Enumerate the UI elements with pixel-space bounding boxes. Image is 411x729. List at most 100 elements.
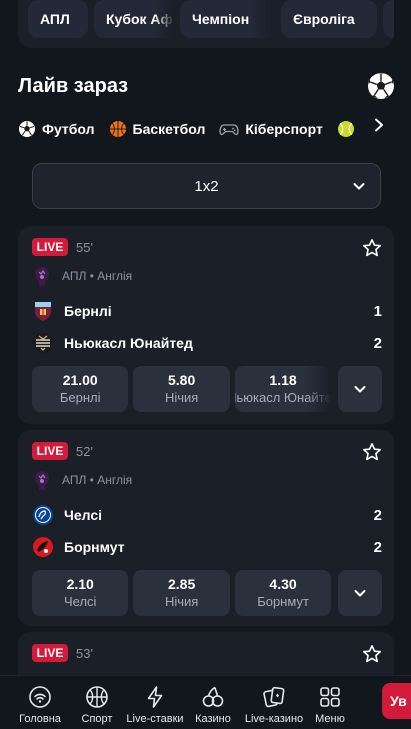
away-team-row: Борнмут 2 [32,536,382,558]
away-team-score: 2 [373,538,382,556]
tab-label: Кіберспорт [245,121,323,137]
tab-label: Футбол [42,121,95,137]
nav-sport[interactable]: Спорт [72,676,122,729]
chelsea-logo [33,505,53,525]
odd-value: 21.00 [62,372,98,388]
live-badge: LIVE [32,442,68,460]
home-icon [29,686,51,708]
event-card[interactable]: LIVE 55' АПЛ • Англія Бернлі 1 Ньюкасл Ю… [18,226,394,424]
home-team-name: Бернлі [64,303,112,319]
competition-chip-apl[interactable]: АПЛ [28,0,88,38]
app-screen: АПЛ Кубок Аф Чемпіон Євроліга І Лайв зар… [0,0,411,729]
nav-home[interactable]: Головна [18,676,62,729]
tennis-icon [337,121,354,137]
market-selected-value: 1x2 [194,177,219,195]
away-team-name: Борнмут [64,539,125,555]
home-team-score: 1 [373,302,382,320]
basketball-icon [109,121,126,137]
odds-row: 21.00 Бернлі 5.80 Нічия 1.18 Ньюкасл Юна… [32,366,382,412]
sport-tabs: Футбол Баскетбол Кіберспорт [18,112,398,146]
odd-button-home[interactable]: 2.10 Челсі [32,570,129,616]
competition-label: Євроліга [293,11,355,27]
odd-value: 4.30 [269,576,297,592]
nav-live-bets[interactable]: Live-ставки [124,676,186,729]
tabs-scroll-right-button[interactable] [366,112,392,138]
soccer-ball-icon [368,73,394,99]
chevron-down-icon [354,386,366,393]
odd-value: 2.10 [66,576,94,592]
nav-label: Меню [315,713,345,725]
odd-label: Борнмут [257,594,309,609]
nav-live-casino[interactable]: Live-казино [242,676,306,729]
football-icon [19,121,35,137]
nav-label: Live-казино [244,713,304,725]
more-markets-button[interactable] [338,570,382,616]
home-team-name: Челсі [64,507,103,523]
newcastle-logo [33,333,53,353]
gamepad-icon [219,124,240,136]
home-team-row: Челсі 2 [32,504,382,526]
match-minute: 52' [76,444,93,459]
league-label: АПЛ • Англія [62,269,133,283]
competitions-strip: АПЛ Кубок Аф Чемпіон Євроліга І [18,0,394,48]
login-button[interactable]: Ув [382,683,411,719]
away-team-name: Ньюкасл Юнайтед [64,335,193,351]
tab-football[interactable]: Футбол [18,116,95,142]
cherries-icon [202,686,224,707]
lightning-icon [147,686,163,708]
market-select[interactable]: 1x2 [32,163,381,209]
premier-league-logo-icon [35,267,49,286]
nav-label: Головна [19,713,61,725]
odd-label: Нічия [164,390,199,405]
bottom-nav: Головна Спорт Live-ставки Казино Live-ка… [0,675,411,729]
competition-chip-champions[interactable]: Чемпіон [180,0,275,38]
nav-casino[interactable]: Казино [192,676,234,729]
premier-league-logo-icon [35,471,49,490]
odd-button-draw[interactable]: 5.80 Нічия [133,366,230,412]
nav-menu[interactable]: Меню [311,676,349,729]
match-minute: 55' [76,240,93,255]
away-team-row: Ньюкасл Юнайтед 2 [32,332,382,354]
star-icon[interactable] [362,644,382,664]
tab-tennis[interactable] [337,116,361,142]
odd-button-home[interactable]: 21.00 Бернлі [32,366,129,412]
tab-esports[interactable]: Кіберспорт [219,116,323,142]
chevron-down-icon [354,590,366,597]
league-label: АПЛ • Англія [62,473,133,487]
competition-chip-more[interactable]: І [383,0,394,38]
star-icon[interactable] [362,442,382,462]
odd-value: 1.18 [269,372,297,388]
event-card[interactable]: LIVE 52' АПЛ • Англія Челсі 2 Борнмут 2 … [18,430,394,626]
tab-label: Баскетбол [132,121,206,137]
live-badge: LIVE [32,644,68,662]
competition-label: Кубок Аф [106,11,173,27]
odds-row: 2.10 Челсі 2.85 Нічия 4.30 Борнмут [32,570,382,616]
competition-label: Чемпіон [192,11,250,27]
competition-chip-euroleague[interactable]: Євроліга [281,0,377,38]
odd-label: Нічия [164,594,199,609]
grid-icon [320,687,340,707]
odd-label: Бернлі [59,390,101,405]
away-team-score: 2 [373,334,382,352]
burnley-logo [35,302,51,321]
home-team-row: Бернлі 1 [32,300,382,322]
competition-chip-africa-cup[interactable]: Кубок Аф [94,0,174,38]
odd-button-away[interactable]: 4.30 Борнмут [234,570,332,616]
match-minute: 53' [76,646,93,661]
competition-label: АПЛ [40,11,70,27]
chevron-down-icon [353,183,365,190]
odd-button-draw[interactable]: 2.85 Нічия [133,570,230,616]
live-badge: LIVE [32,238,68,256]
more-markets-button[interactable] [338,366,382,412]
tab-basketball[interactable]: Баскетбол [109,116,206,142]
star-icon[interactable] [362,238,382,258]
cards-icon [263,686,285,708]
odd-button-away[interactable]: 1.18 Ньюкасл Юнайтед [234,366,332,412]
odd-label: Челсі [63,594,97,609]
odd-value: 2.85 [168,576,196,592]
odd-label: Ньюкасл Юнайтед [235,390,332,405]
nav-label: Казино [195,713,231,725]
home-team-score: 2 [373,506,382,524]
chevron-right-icon [375,118,383,132]
nav-label: Live-ставки [126,713,184,725]
